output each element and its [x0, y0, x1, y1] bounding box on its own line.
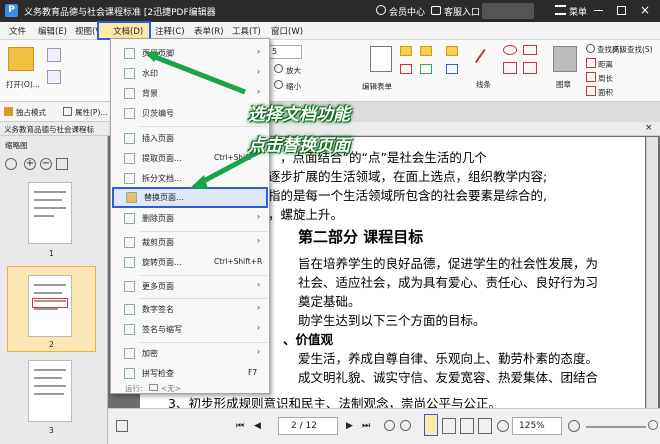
arrow-head-replace	[190, 175, 208, 189]
arrow-to-menu	[149, 52, 246, 95]
instruction-callout: 选择文档功能 点击替换页面	[248, 100, 398, 160]
callout-line-2: 点击替换页面	[248, 136, 350, 156]
callout-line-1: 选择文档功能	[248, 105, 350, 125]
annotation-overlay	[145, 52, 264, 189]
